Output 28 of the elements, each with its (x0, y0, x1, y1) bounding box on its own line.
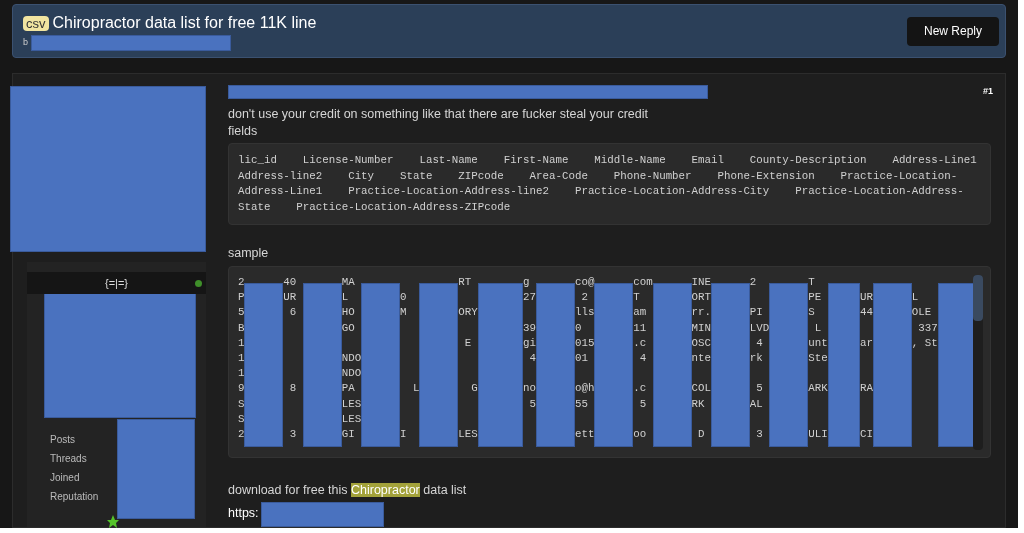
prefix-tag: csv (23, 15, 49, 31)
user-title: {=|=} (104, 275, 129, 291)
sample-line: S LES (238, 411, 362, 427)
author-label: b (23, 36, 28, 50)
sample-line: 1 NDO 4 01 4 nte rk Ste (238, 351, 828, 366)
sample-line: 2 40 MA RT g co@ com INE 2 T (238, 275, 815, 290)
thread-title: Chiropractor data list for free 11K line (52, 13, 317, 33)
post-number: #1 (983, 85, 993, 99)
new-reply-button[interactable]: New Reply (906, 16, 999, 46)
sample-line: 2 3 GI I LES ett oo D 3 ULI CI (238, 427, 873, 443)
fields-code: lic_id License-Number Last-Name First-Name Middle-Name Email County-Description Address-Line1 Address-line2 City State ZIPcode Area-Code Phone-Number Phone-Extension Practice-Location-Address-Line1 Practice-Location-Address-line2 Practice-Location-Address-City Practice-Location-Address-State Practice-Location-Address-ZIPcode (238, 153, 978, 215)
sample-line: P UR L 0 27 2 T ORT PE UR L (238, 290, 919, 306)
sample-line: 1 NDO (238, 366, 362, 382)
sample-line: 1 E gi 015 .c OSC 4 unt ar , St (238, 335, 938, 351)
sample-label: sample (228, 245, 270, 262)
stat-label: Joined (50, 471, 81, 485)
sample-line: 9 8 PA L G no o@h .c COL 5 ARK RA (238, 381, 873, 397)
stat-label: Posts (50, 433, 76, 447)
download-text: download for free this Chiropractor data list (228, 482, 468, 498)
link-text: https: (228, 504, 259, 521)
fields-label: fields (228, 123, 259, 140)
stat-label: Reputation (50, 490, 100, 504)
sample-line: B GO 39 0 11 MIN LVD L 337 (238, 320, 938, 336)
post-text: don't use your credit on something like that there are fucker steal your credit (228, 106, 649, 123)
star-icon (107, 515, 119, 529)
stat-label: Threads (50, 452, 88, 466)
sample-line: 5 6 HO M ORY lls am rr. PI S 44 OLE (238, 305, 932, 321)
sample-line: S LES 5 55 5 RK AL (238, 396, 763, 412)
